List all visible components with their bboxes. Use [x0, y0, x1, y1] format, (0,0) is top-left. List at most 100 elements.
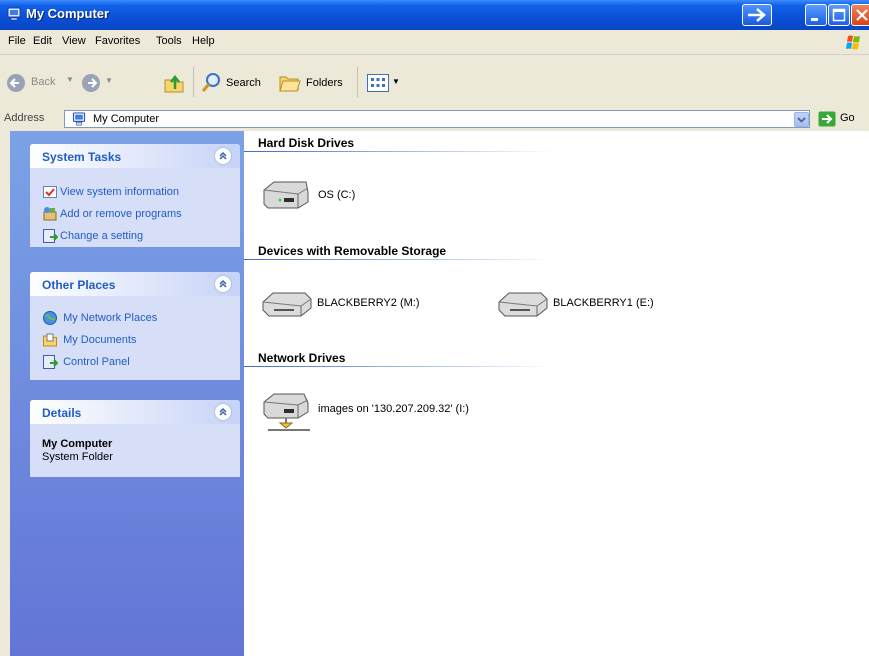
details-title: Details: [42, 406, 82, 420]
removable-drive-icon: [262, 292, 312, 317]
close-icon: [856, 9, 868, 21]
back-dropdown-icon[interactable]: ▼: [66, 75, 74, 84]
drive-label: OS (C:): [318, 189, 356, 201]
hard-drive-icon: [263, 181, 309, 209]
toolbar-separator: [357, 67, 358, 97]
details-type: System Folder: [42, 451, 113, 463]
menu-file[interactable]: File: [8, 35, 26, 47]
other-places-panel: Other Places My Network Places My Docume…: [30, 272, 240, 380]
search-button[interactable]: Search: [200, 72, 275, 94]
views-button[interactable]: ▼: [366, 72, 400, 94]
windows-logo-icon: [846, 35, 860, 50]
task-pane: System Tasks View system information Add…: [10, 131, 244, 656]
control-panel-link[interactable]: Control Panel: [42, 354, 130, 370]
forward-dropdown-icon: ▼: [105, 76, 113, 85]
hard-disk-drives-heading: Hard Disk Drives: [258, 136, 355, 150]
content-area: Hard Disk Drives OS (C:) Devices with Re…: [244, 131, 869, 656]
minimize-button[interactable]: [805, 4, 827, 26]
change-a-setting-link[interactable]: Change a setting: [42, 228, 143, 244]
my-documents-link[interactable]: My Documents: [42, 332, 136, 348]
maximize-icon: [832, 8, 846, 22]
search-icon: [201, 73, 220, 92]
menu-favorites[interactable]: Favorites: [95, 35, 140, 47]
explorer-window: My Computer File Edit View Favorites Too…: [0, 0, 869, 656]
close-button[interactable]: [851, 4, 869, 26]
drive-item-blackberry1-e[interactable]: BLACKBERRY1 (E:): [496, 288, 696, 324]
control-panel-label: Control Panel: [63, 355, 130, 368]
view-system-information-label: View system information: [60, 185, 180, 198]
drive-label: BLACKBERRY2 (M:): [317, 297, 420, 309]
add-remove-programs-label: Add or remove programs: [60, 207, 182, 220]
up-folder-icon: [164, 74, 184, 93]
drive-label: BLACKBERRY1 (E:): [553, 297, 654, 309]
address-dropdown-button[interactable]: [794, 112, 809, 127]
chevron-up-double-icon: [219, 279, 227, 288]
up-folder-button[interactable]: [163, 72, 185, 94]
menu-edit[interactable]: Edit: [33, 35, 52, 47]
change-a-setting-label: Change a setting: [60, 229, 144, 242]
forward-button[interactable]: ▼: [81, 73, 117, 95]
chevron-up-double-icon: [219, 407, 227, 416]
back-arrow-icon: [7, 74, 25, 92]
minimize-icon: [811, 18, 818, 21]
address-value: My Computer: [93, 113, 160, 125]
network-drive-icon: [263, 393, 310, 431]
drive-label: images on '130.207.209.32' (I:): [318, 403, 469, 415]
other-places-collapse-button[interactable]: [214, 275, 232, 293]
go-label[interactable]: Go: [840, 112, 855, 124]
drive-item-blackberry2-m[interactable]: BLACKBERRY2 (M:): [260, 288, 460, 324]
go-button[interactable]: [818, 111, 836, 127]
details-collapse-button[interactable]: [214, 403, 232, 421]
title-bar[interactable]: My Computer: [0, 0, 869, 30]
back-label: Back: [31, 76, 56, 88]
group-divider: [244, 259, 554, 260]
my-network-places-link[interactable]: My Network Places: [42, 310, 157, 326]
removable-drive-icon: [498, 292, 548, 317]
folders-icon: [279, 76, 301, 92]
forward-icon: [82, 74, 100, 92]
menu-help[interactable]: Help: [192, 35, 215, 47]
system-tasks-header[interactable]: System Tasks: [30, 144, 240, 168]
my-documents-icon: [43, 333, 57, 347]
menu-tools[interactable]: Tools: [156, 35, 182, 47]
my-documents-label: My Documents: [63, 333, 137, 346]
menu-view[interactable]: View: [62, 35, 86, 47]
removable-storage-heading: Devices with Removable Storage: [258, 244, 447, 258]
details-name: My Computer: [42, 438, 113, 450]
chevron-up-double-icon: [219, 151, 227, 160]
drive-item-os-c[interactable]: OS (C:): [260, 178, 460, 214]
details-panel: Details My Computer System Folder: [30, 400, 240, 477]
my-computer-icon: [72, 112, 86, 126]
add-remove-programs-link[interactable]: Add or remove programs: [42, 206, 182, 222]
address-label: Address: [4, 112, 45, 124]
maximize-button[interactable]: [828, 4, 850, 26]
system-tasks-panel: System Tasks View system information Add…: [30, 144, 240, 247]
menu-bar: File Edit View Favorites Tools Help: [0, 30, 869, 55]
address-field[interactable]: My Computer: [64, 110, 810, 128]
address-bar: Address My Computer Go: [0, 108, 869, 130]
chevron-down-icon: [797, 117, 806, 123]
network-drives-heading: Network Drives: [258, 351, 346, 365]
system-tasks-collapse-button[interactable]: [214, 147, 232, 165]
views-dropdown-icon: ▼: [392, 77, 400, 86]
my-network-places-label: My Network Places: [63, 311, 158, 324]
other-places-title: Other Places: [42, 278, 116, 292]
forward-arrow-icon: [748, 8, 766, 22]
other-places-header[interactable]: Other Places: [30, 272, 240, 296]
folders-button[interactable]: Folders: [278, 72, 354, 94]
group-divider: [244, 151, 554, 152]
view-system-information-link[interactable]: View system information: [42, 184, 179, 200]
group-divider: [244, 366, 554, 367]
system-info-icon: [43, 186, 57, 198]
control-panel-icon: [43, 229, 58, 243]
views-icon: [367, 74, 389, 92]
toolbar-separator: [193, 67, 194, 97]
window-title: My Computer: [26, 6, 110, 21]
network-places-icon: [43, 311, 57, 325]
details-header[interactable]: Details: [30, 400, 240, 424]
add-remove-programs-icon: [43, 207, 57, 221]
forward-arrow-button[interactable]: [742, 4, 772, 26]
drive-item-network-i[interactable]: images on '130.207.209.32' (I:): [260, 390, 520, 438]
standard-toolbar: Back ▼ ▼ Search Folders ▼: [0, 55, 869, 109]
control-panel-icon: [43, 355, 58, 369]
